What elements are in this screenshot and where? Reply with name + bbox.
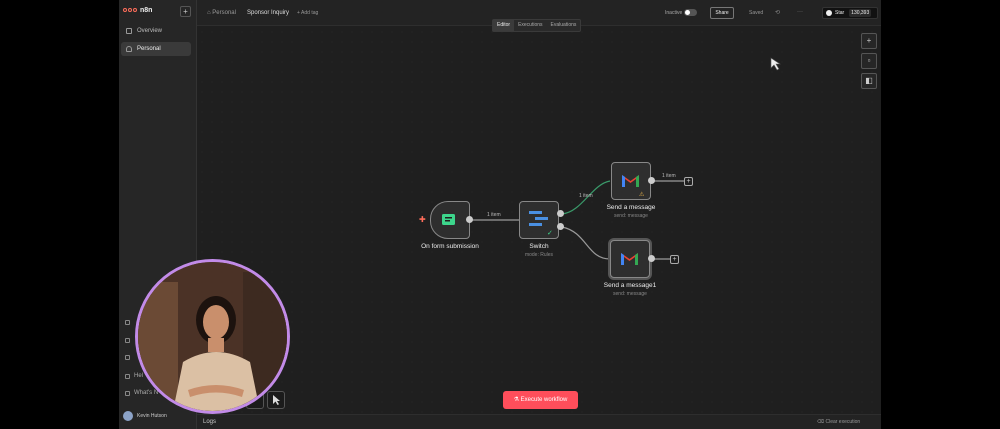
active-toggle[interactable] xyxy=(684,9,697,16)
form-icon xyxy=(442,214,455,225)
sidebar-item-overview[interactable]: Overview xyxy=(121,24,191,38)
pointer-tool-button[interactable] xyxy=(267,391,285,409)
active-status-label: Inactive xyxy=(665,10,683,16)
clear-execution-button[interactable]: ⌫ Clear execution xyxy=(817,419,860,425)
output-port[interactable] xyxy=(648,177,655,184)
sidebar-item-whats-new[interactable]: What's N xyxy=(125,390,158,396)
sidebar-item-discord[interactable] xyxy=(125,338,130,343)
output-port[interactable] xyxy=(648,255,655,262)
node-form-trigger[interactable] xyxy=(430,201,470,239)
sticky-note-icon[interactable]: ▫ xyxy=(861,53,877,69)
node-subtitle: mode: Rules xyxy=(524,252,554,258)
presenter-video xyxy=(138,262,287,411)
add-node-panel-button[interactable]: + xyxy=(861,33,877,49)
logs-toggle[interactable]: Logs xyxy=(203,419,216,425)
panel-toggle-icon[interactable]: ◧ xyxy=(861,73,877,89)
breadcrumb[interactable]: ⌂ Personal xyxy=(207,10,236,16)
view-tabs: Editor Executions Evaluations xyxy=(492,19,582,32)
avatar xyxy=(123,411,133,421)
output-port[interactable] xyxy=(557,223,564,230)
edge-item-count: 1 item xyxy=(487,212,501,218)
node-label: On form submission xyxy=(421,243,479,250)
sidebar-item-insights[interactable] xyxy=(125,355,130,360)
history-icon[interactable]: ⟲ xyxy=(775,9,780,16)
app-logo[interactable]: n8n xyxy=(123,6,152,14)
output-port[interactable] xyxy=(466,216,473,223)
sidebar-item-label: Personal xyxy=(137,46,161,52)
github-icon xyxy=(826,10,832,16)
logs-bar: Logs ⌫ Clear execution xyxy=(197,414,881,429)
sidebar-item-personal[interactable]: Personal xyxy=(121,42,191,56)
user-name: Kevin Hutson xyxy=(137,413,167,419)
add-node-button[interactable]: + xyxy=(670,255,679,264)
gmail-icon: ⚠ xyxy=(622,175,645,198)
sidebar-item-help[interactable]: Hel xyxy=(125,373,143,379)
home-icon xyxy=(126,28,132,34)
node-label: Send a message xyxy=(606,204,656,211)
chart-icon xyxy=(125,355,130,360)
gmail-icon xyxy=(621,253,638,265)
user-menu[interactable]: Kevin Hutson xyxy=(123,411,167,421)
edge-item-count: 1 item xyxy=(662,173,676,179)
share-button[interactable]: Share xyxy=(710,7,734,19)
github-star-count: 130,393 xyxy=(849,9,872,17)
node-gmail-send-1[interactable] xyxy=(610,240,650,278)
add-tag-button[interactable]: + Add tag xyxy=(297,10,318,16)
sidebar-item-label: Overview xyxy=(137,28,163,34)
more-options-icon[interactable]: ··· xyxy=(797,9,803,15)
edge-item-count: 1 item xyxy=(579,193,593,199)
template-icon xyxy=(125,320,130,325)
node-switch[interactable]: ✓ xyxy=(519,201,559,239)
github-star-button[interactable]: Star 130,393 xyxy=(822,7,878,19)
trigger-bolt-icon: ✚ xyxy=(419,215,426,224)
help-icon xyxy=(125,373,130,379)
node-label: Send a message1 xyxy=(603,282,657,289)
node-subtitle: send: message xyxy=(613,291,647,297)
switch-icon: ✓ xyxy=(529,211,553,237)
user-icon xyxy=(126,46,132,52)
cursor-icon xyxy=(770,57,781,71)
svg-text:⚠: ⚠ xyxy=(639,191,645,198)
workflow-name[interactable]: Sponsor Inquiry xyxy=(247,10,289,16)
svg-text:✓: ✓ xyxy=(547,229,553,237)
tab-editor[interactable]: Editor xyxy=(493,20,515,31)
webcam-overlay xyxy=(135,259,290,414)
tab-executions[interactable]: Executions xyxy=(514,20,546,31)
output-port[interactable] xyxy=(557,210,564,217)
create-button[interactable]: + xyxy=(180,6,191,17)
n8n-logo-icon xyxy=(123,6,137,14)
add-node-button[interactable]: + xyxy=(684,177,693,186)
bell-icon xyxy=(125,390,130,396)
discord-icon xyxy=(125,338,130,343)
node-label: Switch xyxy=(529,243,549,250)
app-name: n8n xyxy=(140,6,153,14)
saved-status: Saved xyxy=(749,10,764,16)
tab-evaluations[interactable]: Evaluations xyxy=(547,20,581,31)
execute-workflow-button[interactable]: ⚗ Execute workflow xyxy=(503,391,578,409)
workflow-canvas[interactable]: ✚ On form submission 1 item ✓ Switch mod… xyxy=(197,27,881,419)
node-subtitle: send: message xyxy=(614,213,648,219)
pointer-icon xyxy=(273,395,280,405)
node-gmail-send[interactable]: ⚠ xyxy=(611,162,651,200)
sidebar-item-templates[interactable] xyxy=(125,320,130,325)
